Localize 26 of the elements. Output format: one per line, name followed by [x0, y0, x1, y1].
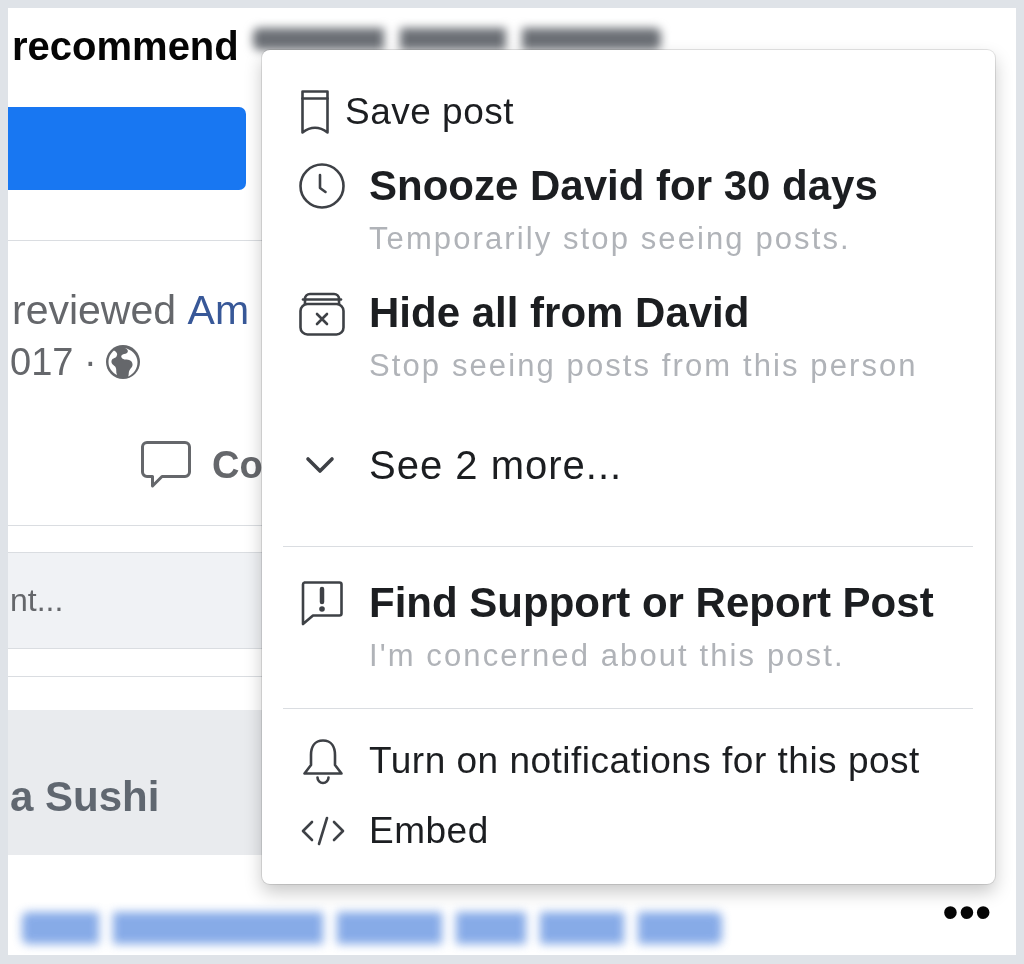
code-icon [300, 816, 346, 846]
comment-field[interactable]: nt... [8, 552, 262, 649]
bookmark-icon [300, 89, 330, 135]
menu-item[interactable]: Embed [262, 796, 995, 866]
menu-item-description: Temporarily stop seeing posts. [369, 221, 851, 257]
link-preview-title: a Sushi [9, 772, 161, 822]
menu-item-description: I'm concerned about this post. [369, 638, 845, 674]
comment-button[interactable]: Co [140, 440, 263, 490]
menu-item-description: Stop seeing posts from this person [369, 348, 918, 384]
comment-icon [140, 440, 192, 490]
menu-item[interactable]: Hide all from David Stop seeing posts from this person [262, 274, 995, 401]
primary-button[interactable] [8, 107, 246, 190]
globe-icon [104, 344, 141, 380]
clock-icon [298, 162, 346, 210]
menu-item[interactable]: Save post [262, 77, 995, 147]
menu-item[interactable]: Turn on notifications for this post [262, 726, 995, 796]
post-heading: recommend [12, 23, 239, 70]
bell-icon [300, 737, 346, 785]
post-date: 017 · [10, 340, 97, 384]
more-options-button[interactable]: ••• [942, 895, 992, 929]
menu-item[interactable]: See 2 more... [262, 401, 995, 529]
menu-item[interactable]: Snooze David for 30 days Temporarily stop seeing posts. [262, 147, 995, 274]
activity-text: reviewed Am [11, 286, 251, 335]
alert-bubble-icon [300, 580, 344, 626]
menu-item[interactable]: Find Support or Report Post I'm concerned about this post. [262, 564, 995, 691]
page-link[interactable]: Am [187, 287, 250, 333]
